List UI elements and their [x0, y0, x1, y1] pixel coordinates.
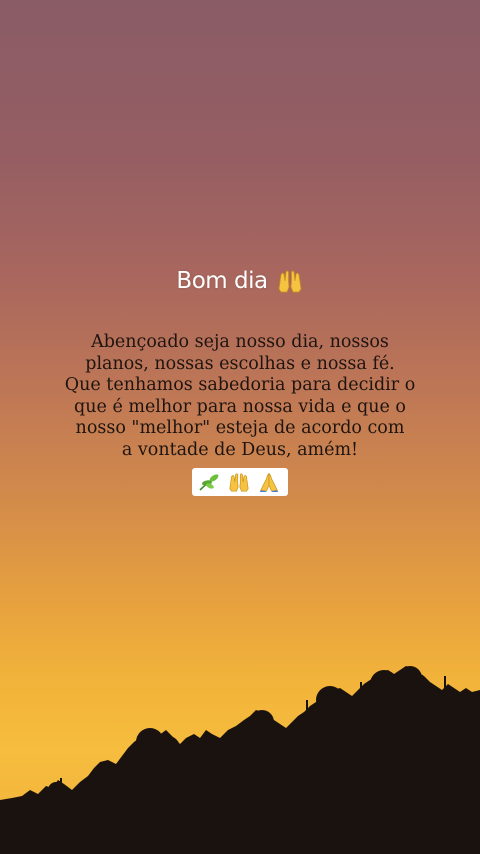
- message-line: a vontade de Deus, amém!: [121, 439, 359, 460]
- message-line: que é melhor para nossa vida e que o: [74, 396, 406, 417]
- herb-icon: [199, 473, 219, 491]
- message-line: nosso "melhor" esteja de acordo com: [75, 418, 405, 439]
- message-line: Abençoado seja nosso dia, nossos: [91, 332, 389, 352]
- raised-hands-icon: [278, 270, 301, 293]
- emoji-sticker: [192, 467, 288, 496]
- story-text-block: Bom dia Abençoado seja nosso dia, nossos…: [0, 268, 480, 497]
- blessing-message: Abençoado seja nosso dia, nossos planos,…: [60, 332, 420, 462]
- message-line: planos, nossas escolhas e nossa fé.: [85, 353, 395, 374]
- story-canvas: Bom dia Abençoado seja nosso dia, nossos…: [0, 0, 480, 854]
- greeting-text: Bom dia: [176, 268, 268, 294]
- raised-hands-icon: [229, 472, 249, 492]
- folded-hands-icon: [259, 472, 279, 492]
- greeting-title: Bom dia: [176, 268, 303, 294]
- message-line: Que tenhamos sabedoria para decidir o: [64, 375, 416, 396]
